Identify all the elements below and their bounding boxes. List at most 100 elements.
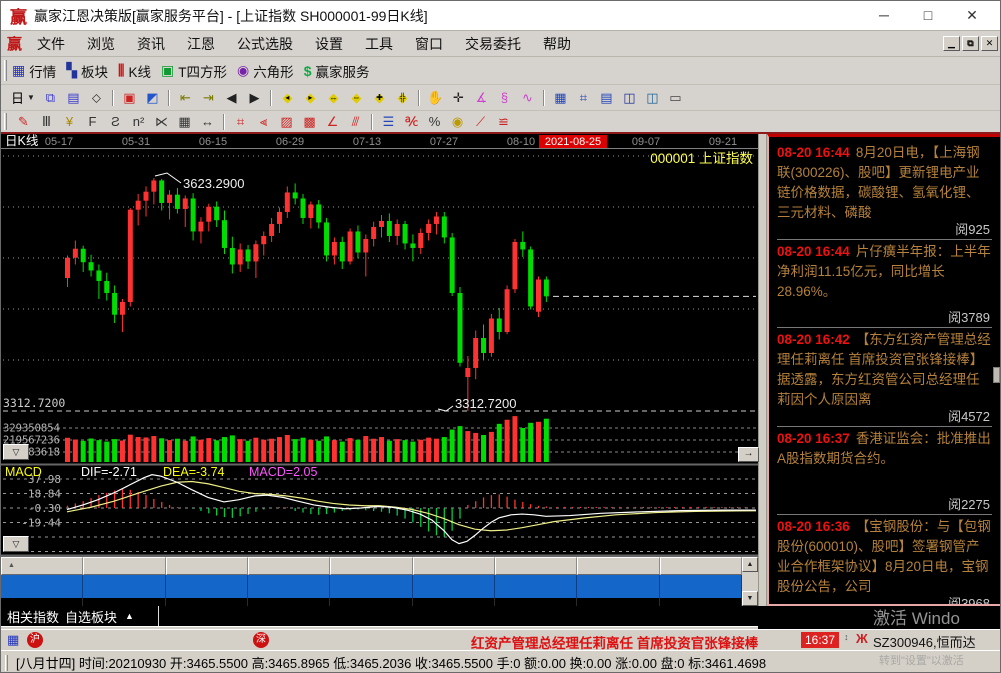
gold-circle-icon[interactable]: ◉: [447, 112, 468, 131]
menu-item-2[interactable]: 资讯: [126, 34, 176, 54]
table-header-cell[interactable]: [660, 557, 742, 575]
menu-item-5[interactable]: 设置: [304, 34, 354, 54]
table-cell[interactable]: [413, 598, 495, 606]
menu-item-9[interactable]: 帮助: [532, 34, 582, 54]
chart-region[interactable]: 05-1705-3106-1506-2907-1307-2708-102021-…: [1, 134, 758, 557]
diamond-plus-icon[interactable]: ◆✚: [369, 88, 390, 107]
width-measure-icon[interactable]: ↔: [197, 112, 218, 131]
save-icon[interactable]: ◫: [619, 88, 640, 107]
shanghai-market-badge[interactable]: 沪: [27, 632, 43, 648]
trend-tool-icon[interactable]: ⟋: [470, 112, 491, 131]
golden-section-icon[interactable]: ¥: [59, 112, 80, 131]
table-header-cell[interactable]: [413, 557, 495, 575]
table-cell[interactable]: [577, 575, 659, 598]
t-square-button[interactable]: ▣T四方形: [161, 61, 227, 81]
table-header-cell[interactable]: [495, 557, 577, 575]
table-cell[interactable]: [83, 575, 165, 598]
gann-grid-icon[interactable]: Ⅲ: [36, 112, 57, 131]
table-cell[interactable]: [166, 575, 248, 598]
diamond-grid-icon[interactable]: ◆╬: [392, 88, 413, 107]
percent-icon[interactable]: %: [424, 112, 445, 131]
table-header-cell[interactable]: [83, 557, 165, 575]
scrolling-news-text[interactable]: 红资产管理总经理任莉离任 首席投资官张锋接棒: [471, 632, 797, 652]
table-cell[interactable]: [330, 575, 412, 598]
minimize-button[interactable]: ─: [862, 7, 906, 24]
table-row[interactable]: [1, 598, 742, 606]
sectors-button[interactable]: ▚板块: [66, 61, 108, 81]
table-cell[interactable]: [248, 598, 330, 606]
channel-tool-icon[interactable]: ≌: [493, 112, 514, 131]
table-cell[interactable]: [577, 598, 659, 606]
table-cell[interactable]: [495, 598, 577, 606]
wave-percent-icon[interactable]: ℀: [401, 112, 422, 131]
news-item[interactable]: 08-20 16:42【东方红资产管理总经理任莉离任 首席投资官张锋接棒】据透露…: [777, 330, 992, 427]
diamond-compress-icon[interactable]: ◆⇔: [346, 88, 367, 107]
menu-item-3[interactable]: 江恩: [176, 34, 226, 54]
table-cell[interactable]: [1, 598, 83, 606]
mdi-restore-button[interactable]: ⧉: [962, 36, 979, 51]
shenzhen-market-badge[interactable]: 深: [253, 632, 269, 648]
multi-line-icon[interactable]: ⫻: [345, 112, 366, 131]
calculator-icon[interactable]: ⌗: [573, 88, 594, 107]
color-analysis-icon[interactable]: ◩: [142, 88, 163, 107]
table-scrollbar[interactable]: ▲ ▼: [742, 557, 758, 606]
scroll-up-icon[interactable]: ▲: [742, 557, 758, 572]
menu-item-8[interactable]: 交易委托: [454, 34, 532, 54]
ticker-scroll-arrows[interactable]: ↕: [844, 632, 849, 642]
hexagon-button[interactable]: ◉六角形: [237, 61, 294, 81]
scroll-down-icon[interactable]: ▼: [742, 591, 758, 606]
news-panel[interactable]: 08-20 16:448月20日电，【上海钢联(300226)、股吧】更新锂电产…: [767, 134, 1001, 606]
close-button[interactable]: ✕: [950, 7, 994, 24]
hand-tool-icon[interactable]: ✋: [425, 88, 446, 107]
table-header-cell[interactable]: [577, 557, 659, 575]
crosshair-icon[interactable]: ✛: [448, 88, 469, 107]
table-cell[interactable]: [1, 575, 83, 598]
zoom-area-icon[interactable]: ⧉: [40, 88, 61, 107]
mdi-close-button[interactable]: ✕: [981, 36, 998, 51]
table-cell[interactable]: [330, 598, 412, 606]
tab-related-index[interactable]: 相关指数: [7, 607, 59, 626]
table-cell[interactable]: [660, 575, 742, 598]
first-bar-icon[interactable]: ⇤: [175, 88, 196, 107]
table-cell[interactable]: [83, 598, 165, 606]
table-header-cell[interactable]: [166, 557, 248, 575]
gann-box-icon[interactable]: ▨: [276, 112, 297, 131]
tab-watchlist[interactable]: 自选板块: [65, 607, 117, 626]
print-icon[interactable]: ▭: [665, 88, 686, 107]
diamond-left-icon[interactable]: ◆◂: [277, 88, 298, 107]
scroll-right-button[interactable]: →: [738, 447, 759, 462]
macd-collapse-button[interactable]: ▽: [3, 536, 29, 552]
n-square-icon[interactable]: n²: [128, 112, 149, 131]
table-cell[interactable]: [248, 575, 330, 598]
news-item[interactable]: 08-20 16:44片仔癀半年报：上半年净利润11.15亿元，同比增长28.9…: [777, 242, 992, 328]
festival-line-icon[interactable]: §: [494, 88, 515, 107]
ticker-stock-label[interactable]: SZ300946,恒而达: [873, 632, 976, 651]
gann-net-icon[interactable]: ▩: [299, 112, 320, 131]
news-scrollbar-thumb[interactable]: [993, 367, 1000, 383]
panel-splitter[interactable]: [758, 134, 767, 606]
table-cell[interactable]: [495, 575, 577, 598]
table-header-cell[interactable]: ▲: [1, 557, 83, 575]
fan-lines-icon[interactable]: ⫷: [253, 112, 274, 131]
menu-item-7[interactable]: 窗口: [404, 34, 454, 54]
maximize-button[interactable]: □: [906, 7, 950, 24]
angle-line-icon[interactable]: ∠: [322, 112, 343, 131]
curve-tool-icon[interactable]: ∿: [517, 88, 538, 107]
menu-item-6[interactable]: 工具: [354, 34, 404, 54]
spiral-icon[interactable]: Ƨ: [105, 112, 126, 131]
table-cell[interactable]: [166, 598, 248, 606]
angle-tool-icon[interactable]: ∡: [471, 88, 492, 107]
diamond-expand-icon[interactable]: ◆↔: [323, 88, 344, 107]
table-header-cell[interactable]: [248, 557, 330, 575]
notepad-icon[interactable]: ▤: [596, 88, 617, 107]
next-bar-icon[interactable]: ▶: [244, 88, 265, 107]
quotes-button[interactable]: ▦行情: [12, 61, 56, 81]
mdi-minimize-button[interactable]: ▁: [943, 36, 960, 51]
prev-bar-icon[interactable]: ◀: [221, 88, 242, 107]
ruler-icon[interactable]: ▦: [174, 112, 195, 131]
calendar-icon[interactable]: ▦: [550, 88, 571, 107]
caliper-icon[interactable]: ⋉: [151, 112, 172, 131]
related-index-table[interactable]: ▲ ▲ ▼: [1, 557, 758, 606]
indicator-window-icon[interactable]: ▣: [119, 88, 140, 107]
fibonacci-icon[interactable]: F: [82, 112, 103, 131]
